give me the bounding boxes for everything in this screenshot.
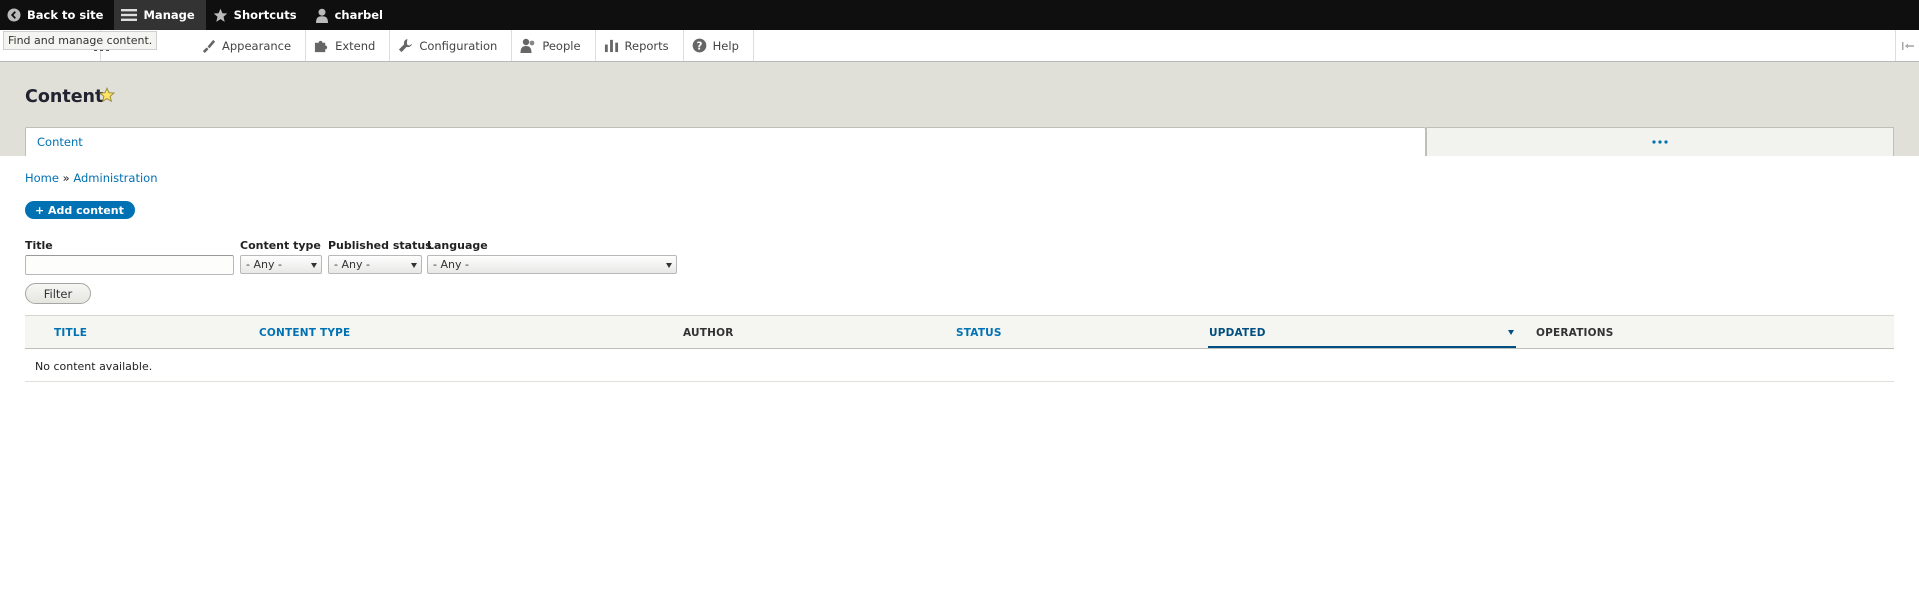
- content-type-select[interactable]: - Any -: [240, 255, 322, 274]
- tray-item-extend[interactable]: Extend: [306, 30, 391, 61]
- select-caret-icon: [411, 263, 417, 268]
- shortcuts-label: Shortcuts: [233, 8, 297, 22]
- filter-button[interactable]: Filter: [25, 283, 91, 304]
- star-icon: [213, 8, 227, 22]
- column-operations: OPERATIONS: [1536, 327, 1614, 339]
- back-to-site-label: Back to site: [27, 8, 104, 22]
- tray-help-label: Help: [712, 38, 739, 53]
- brush-icon: [202, 39, 216, 53]
- manage-label: Manage: [143, 8, 195, 22]
- admin-menu-tray: re Appearance Extend Configuration Peopl…: [0, 30, 1919, 62]
- admin-toolbar: Back to site Manage Shortcuts charbel: [0, 0, 1919, 30]
- content-type-label: Content type: [240, 239, 321, 252]
- column-title[interactable]: TITLE: [54, 327, 87, 339]
- select-caret-icon: [666, 263, 672, 268]
- more-dots-icon: [1652, 140, 1668, 144]
- published-status-label: Published status: [328, 239, 432, 252]
- user-tab[interactable]: charbel: [308, 0, 394, 30]
- tabs-more-button[interactable]: [1426, 127, 1894, 156]
- title-filter-label: Title: [25, 239, 53, 252]
- select-caret-icon: [311, 263, 317, 268]
- active-sort-indicator: [1208, 346, 1516, 348]
- published-status-select[interactable]: - Any -: [328, 255, 422, 274]
- tray-item-configuration[interactable]: Configuration: [390, 30, 513, 61]
- tray-item-appearance[interactable]: Appearance: [193, 30, 307, 61]
- tab-content[interactable]: Content: [25, 127, 1426, 156]
- language-select[interactable]: - Any -: [427, 255, 677, 274]
- wrench-icon: [399, 38, 413, 53]
- breadcrumb: Home » Administration: [25, 171, 157, 185]
- primary-tabs: Content: [25, 127, 1894, 156]
- tray-orientation-toggle[interactable]: [1895, 30, 1919, 61]
- tray-reports-label: Reports: [624, 38, 669, 53]
- puzzle-icon: [315, 40, 328, 53]
- help-icon: ?: [692, 38, 706, 53]
- breadcrumb-administration[interactable]: Administration: [73, 171, 157, 185]
- svg-text:?: ?: [696, 40, 702, 52]
- user-name: charbel: [334, 8, 383, 22]
- column-author: AUTHOR: [683, 327, 734, 339]
- tray-extend-label: Extend: [335, 38, 376, 53]
- back-to-site-link[interactable]: Back to site: [0, 0, 114, 30]
- published-status-value: - Any -: [334, 258, 370, 271]
- page-title: Content: [25, 87, 104, 107]
- language-label: Language: [427, 239, 488, 252]
- title-filter-input[interactable]: [25, 255, 234, 275]
- tray-configuration-label: Configuration: [419, 38, 498, 53]
- tray-item-people[interactable]: People: [512, 30, 596, 61]
- add-content-button[interactable]: + Add content: [25, 201, 135, 219]
- column-status[interactable]: STATUS: [956, 327, 1002, 339]
- tray-item-help[interactable]: ? Help: [684, 30, 754, 61]
- shortcut-star-icon[interactable]: [99, 87, 115, 103]
- column-updated[interactable]: UPDATED: [1209, 327, 1266, 339]
- sort-descending-icon: [1508, 330, 1514, 335]
- user-icon: [315, 8, 328, 23]
- chevron-left-circle-icon: [7, 8, 21, 22]
- bar-chart-icon: [604, 39, 618, 53]
- collapse-icon: [1901, 41, 1914, 50]
- empty-message: No content available.: [35, 360, 153, 373]
- tray-appearance-label: Appearance: [222, 38, 292, 53]
- column-content-type[interactable]: CONTENT TYPE: [259, 327, 350, 339]
- table-row: No content available.: [25, 349, 1894, 382]
- breadcrumb-separator: »: [62, 171, 70, 185]
- tray-people-label: People: [542, 38, 581, 53]
- hamburger-icon: [121, 9, 138, 21]
- people-icon: [520, 38, 535, 53]
- manage-tooltip: Find and manage content.: [3, 31, 158, 50]
- breadcrumb-home[interactable]: Home: [25, 171, 59, 185]
- manage-tab[interactable]: Manage: [114, 0, 206, 30]
- shortcuts-tab[interactable]: Shortcuts: [206, 0, 308, 30]
- tray-item-reports[interactable]: Reports: [596, 30, 684, 61]
- content-table-header: TITLE CONTENT TYPE AUTHOR STATUS UPDATED…: [25, 315, 1894, 349]
- content-type-value: - Any -: [246, 258, 282, 271]
- language-value: - Any -: [433, 258, 469, 271]
